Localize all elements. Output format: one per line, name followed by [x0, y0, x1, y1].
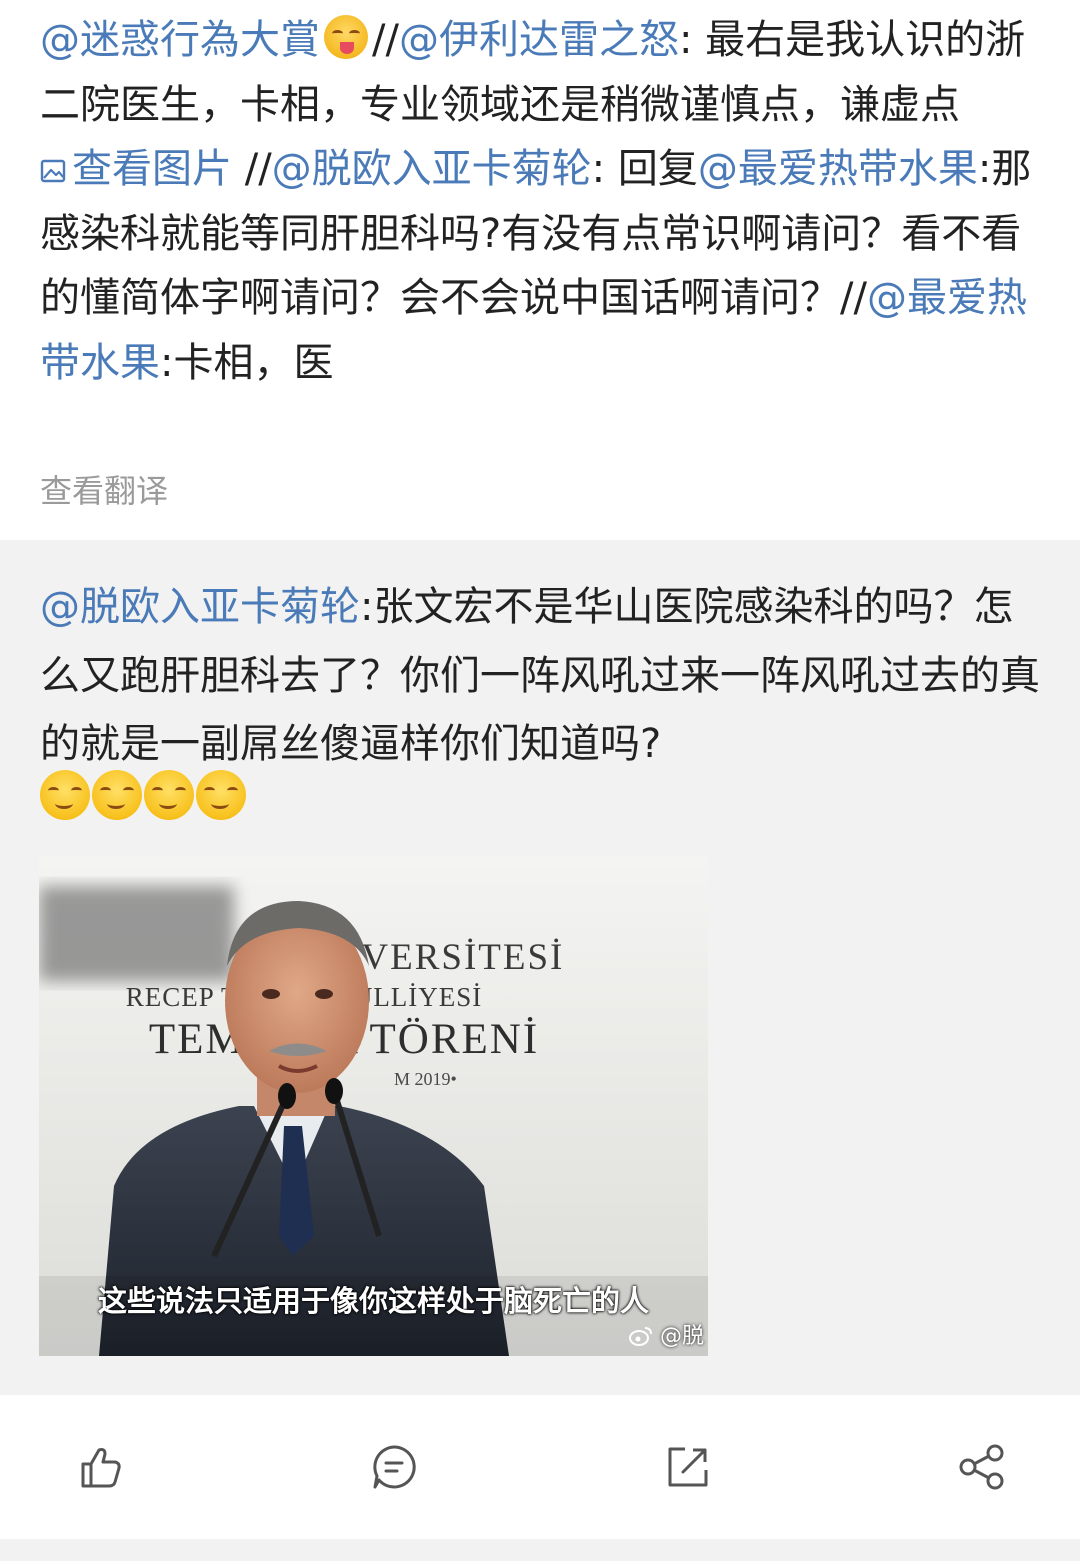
translate-link[interactable]: 查看翻译: [40, 466, 168, 512]
repost-text: @迷惑行為大賞//@伊利达雷之怒: 最右是我认识的浙二院医生，卡相，专业领域还是…: [40, 8, 1040, 395]
repost-text-segment: //: [232, 146, 272, 192]
user-mention-link[interactable]: @脱欧入亚卡菊轮: [272, 146, 592, 192]
smirk-face-emoji: [196, 770, 246, 820]
weibo-logo-icon: [628, 1327, 652, 1346]
repost-section: @迷惑行為大賞//@伊利达雷之怒: 最右是我认识的浙二院医生，卡相，专业领域还是…: [0, 0, 1080, 540]
repost-text-segment: : 回复: [591, 146, 698, 192]
smirk-face-emoji: [92, 770, 142, 820]
repost-text-segment: :卡相，医: [160, 339, 334, 386]
original-post-text: @脱欧入亚卡菊轮:张文宏不是华山医院感染科的吗？怎么又跑肝胆科去了？你们一阵风吼…: [40, 573, 1050, 779]
emoji-row: [40, 770, 248, 826]
comment-icon: [373, 1445, 416, 1489]
original-post-card[interactable]: @脱欧入亚卡菊轮:张文宏不是华山医院感染科的吗？怎么又跑肝胆科去了？你们一阵风吼…: [0, 540, 1080, 1395]
video-subtitle: 这些说法只适用于像你这样处于脑死亡的人: [97, 1284, 649, 1318]
smirk-face-emoji: [144, 770, 194, 820]
repost-button[interactable]: [660, 1439, 716, 1495]
share-icon: [959, 1444, 1004, 1490]
comment-button[interactable]: [366, 1439, 422, 1495]
repost-text-segment: //: [372, 17, 399, 63]
bottom-divider: [0, 1539, 1080, 1561]
watermark-text: @脱: [659, 1324, 704, 1349]
weibo-watermark: @脱: [628, 1318, 704, 1350]
original-author-mention[interactable]: @脱欧入亚卡菊轮: [40, 584, 360, 630]
banner-line-4: M 2019•: [394, 1069, 457, 1089]
like-icon: [81, 1448, 121, 1488]
picture-icon: [40, 159, 66, 183]
like-button[interactable]: [72, 1439, 128, 1495]
video-thumbnail[interactable]: ÜNİVERSİTESİ RECEP TA ĞAN KÜLLİYESİ TEME…: [39, 856, 708, 1356]
repost-icon: [668, 1447, 708, 1487]
view-image-link[interactable]: 查看图片: [40, 146, 232, 192]
action-bar: [0, 1395, 1080, 1561]
view-image-label: 查看图片: [72, 146, 232, 192]
share-button[interactable]: [954, 1439, 1010, 1495]
yummy-face-emoji: [324, 15, 368, 59]
user-mention-link[interactable]: @迷惑行為大賞: [40, 17, 320, 63]
user-mention-link[interactable]: @最爱热带水果: [698, 146, 978, 192]
smirk-face-emoji: [40, 770, 90, 820]
user-mention-link[interactable]: @伊利达雷之怒: [399, 17, 679, 63]
